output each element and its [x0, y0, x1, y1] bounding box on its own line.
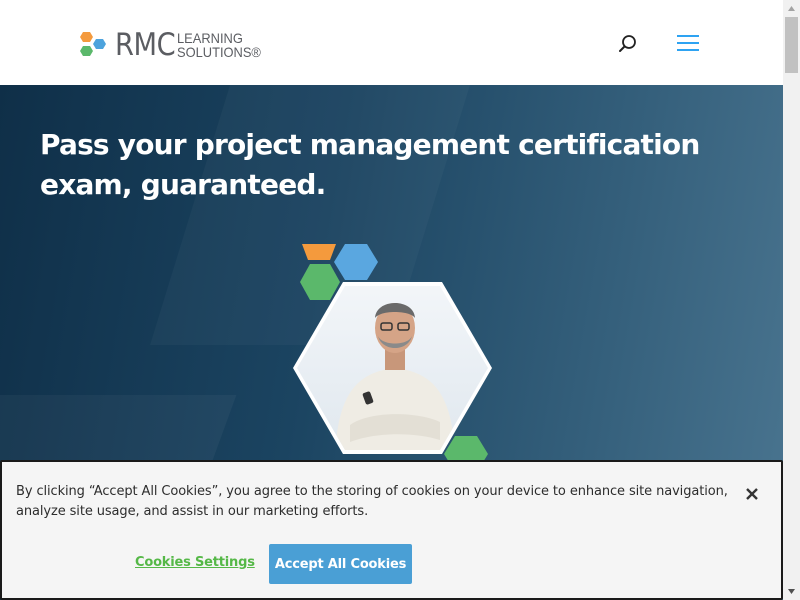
chevron-down-icon — [788, 589, 795, 594]
close-icon — [746, 488, 758, 500]
logo-tagline: LEARNING SOLUTIONS® — [177, 31, 261, 59]
scroll-thumb[interactable] — [785, 17, 798, 73]
hero-title: Pass your project management certificati… — [40, 128, 700, 201]
page-scrollbar[interactable] — [783, 0, 800, 600]
hamburger-bar — [677, 42, 699, 44]
logo-tagline-line1: LEARNING — [177, 30, 244, 46]
chevron-up-icon — [788, 6, 795, 11]
hamburger-menu-icon — [677, 35, 699, 37]
site-header: RMC LEARNING SOLUTIONS® — [0, 0, 783, 85]
hamburger-menu-button[interactable] — [677, 35, 699, 53]
rmc-logo[interactable]: RMC LEARNING SOLUTIONS® — [80, 28, 269, 62]
cookies-settings-link[interactable]: Cookies Settings — [135, 555, 255, 570]
search-icon — [619, 35, 636, 52]
search-button[interactable] — [617, 33, 639, 55]
logo-hexagons-icon — [80, 32, 106, 56]
accept-all-cookies-button[interactable]: Accept All Cookies — [269, 544, 412, 584]
cookie-message: By clicking “Accept All Cookies”, you ag… — [16, 484, 728, 519]
cookie-close-button[interactable] — [743, 485, 761, 503]
accent-hexagon — [300, 264, 340, 300]
hamburger-bar — [677, 49, 699, 51]
instructor-hexagon-image — [293, 244, 492, 472]
scroll-up-button[interactable] — [783, 0, 800, 17]
logo-tagline-line2: SOLUTIONS® — [177, 44, 262, 60]
accent-hexagon — [302, 244, 336, 260]
accent-hexagon — [334, 244, 378, 280]
cookie-consent-banner: By clicking “Accept All Cookies”, you ag… — [0, 460, 783, 600]
logo-wordmark: RMC — [115, 26, 176, 63]
scroll-down-button[interactable] — [783, 583, 800, 600]
